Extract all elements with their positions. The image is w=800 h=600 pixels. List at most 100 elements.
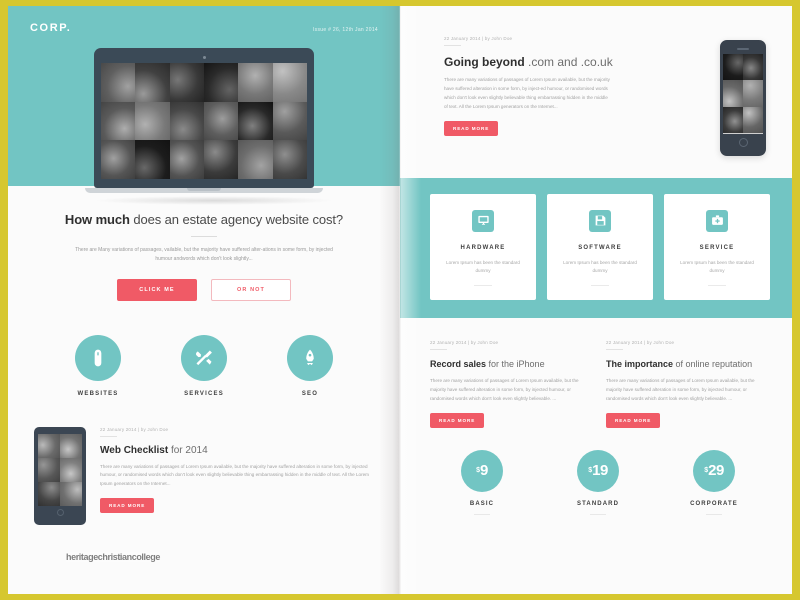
card-text: Lorem Ipsum has been the standard dummy (563, 259, 637, 274)
feature-cards-band: HARDWARE Lorem Ipsum has been the standa… (400, 177, 792, 318)
price-label: CORPORATE (690, 500, 738, 507)
feature-card-software[interactable]: SOFTWARE Lorem Ipsum has been the standa… (547, 193, 653, 300)
price-amount: 19 (592, 462, 608, 480)
article-title: The importance of online reputation (606, 358, 766, 370)
article-title-rest: for the iPhone (486, 358, 545, 369)
service-item-seo[interactable]: SEO (279, 334, 341, 397)
article-title-strong: Record sales (430, 358, 487, 369)
page-title-rest: does an estate agency website cost? (129, 212, 344, 227)
left-page: CORP. Issue # 26, 12th Jan 2014 How much… (8, 6, 400, 594)
gallery-thumbnail (169, 140, 204, 179)
home-button-icon (56, 508, 64, 516)
monitor-icon (472, 209, 494, 232)
pricing-standard[interactable]: $19 STANDARD (546, 449, 650, 515)
gallery-thumbnail (723, 53, 743, 81)
pricing-row: $9 BASIC $19 STANDARD $29 CORPORATE (400, 428, 792, 515)
feature-card-service[interactable]: SERVICE Lorem Ipsum has been the standar… (664, 193, 770, 300)
gallery-thumbnail (38, 433, 60, 458)
gallery-thumbnail (135, 101, 170, 141)
laptop-base (85, 188, 323, 193)
card-title: HARDWARE (460, 244, 506, 251)
article-title-rest: of online reputation (673, 358, 753, 369)
feature-article: 22 January 2014 | by John Doe Going beyo… (400, 6, 792, 156)
gallery-thumbnail (723, 80, 743, 107)
gallery-thumbnail (101, 63, 136, 102)
gallery-thumbnail (101, 101, 136, 141)
pricing-corporate[interactable]: $29 CORPORATE (662, 449, 766, 515)
feature-title: Going beyond .com and .co.uk (444, 55, 704, 69)
right-page: 22 January 2014 | by John Doe Going beyo… (400, 6, 792, 594)
feature-title-rest: .com and .co.uk (524, 55, 613, 69)
feature-body: There are many variations of passages of… (444, 77, 610, 109)
price-badge: $19 (577, 449, 619, 492)
feature-title-strong: Going beyond (444, 55, 525, 69)
card-text: Lorem Ipsum has been the standard dummy (680, 259, 754, 274)
read-more-button[interactable]: READ MORE (444, 120, 499, 136)
meta-divider (100, 435, 117, 437)
gallery-thumbnail (203, 101, 239, 141)
gallery-thumbnail (238, 101, 273, 141)
service-label: SEO (301, 390, 319, 397)
save-icon (589, 209, 611, 232)
phone-mockup-large (720, 40, 766, 156)
card-divider (591, 284, 609, 286)
price-badge: $9 (461, 449, 503, 492)
gallery-thumbnail (169, 101, 204, 141)
card-title: SOFTWARE (578, 244, 622, 251)
service-label: WEBSITES (77, 390, 119, 397)
phone-mockup-small (34, 426, 86, 525)
page-title: How much does an estate agency website c… (42, 212, 366, 227)
article-title-strong: Web Checklist (100, 444, 169, 456)
gallery-thumbnail (60, 457, 82, 482)
article-meta: 22 January 2014 | by John Doe (430, 339, 499, 345)
issue-line: Issue # 26, 12th Jan 2014 (312, 27, 378, 33)
laptop-notch (187, 188, 221, 191)
feature-card-hardware[interactable]: HARDWARE Lorem Ipsum has been the standa… (430, 193, 536, 300)
service-item-services[interactable]: SERVICES (173, 334, 235, 397)
price-divider (474, 513, 490, 515)
phone-screen-gallery (38, 433, 82, 506)
laptop-shadow (94, 196, 334, 205)
article-title: Record sales for the iPhone (430, 358, 590, 370)
gallery-thumbnail (203, 63, 239, 102)
read-more-button[interactable]: READ MORE (100, 498, 155, 514)
speaker-icon (737, 48, 749, 50)
card-divider (474, 284, 492, 286)
brand-logo[interactable]: CORP. (30, 22, 71, 34)
read-more-button[interactable]: READ MORE (430, 412, 485, 428)
article-columns: 22 January 2014 | by John Doe Record sal… (400, 318, 792, 428)
gallery-thumbnail (272, 101, 307, 141)
gallery-thumbnail (169, 63, 204, 102)
gallery-thumbnail (135, 140, 170, 179)
article-record-sales: 22 January 2014 | by John Doe Record sal… (430, 340, 590, 428)
click-me-button[interactable]: CLICK ME (117, 278, 197, 301)
spread: CORP. Issue # 26, 12th Jan 2014 How much… (8, 6, 792, 594)
article-body: There are many variations of passages of… (606, 378, 755, 401)
gold-frame: CORP. Issue # 26, 12th Jan 2014 How much… (0, 0, 800, 600)
laptop-body (94, 48, 314, 188)
card-text: Lorem Ipsum has been the standard dummy (446, 259, 520, 274)
read-more-button[interactable]: READ MORE (606, 412, 661, 428)
or-not-button[interactable]: OR NOT (211, 278, 291, 301)
price-badge: $29 (693, 449, 735, 492)
pricing-basic[interactable]: $9 BASIC (430, 449, 534, 515)
meta-divider (606, 348, 623, 350)
gallery-thumbnail (238, 63, 273, 102)
gallery-thumbnail (272, 63, 307, 102)
left-article: 22 January 2014 | by John Doe Web Checkl… (8, 397, 400, 525)
gallery-thumbnail (38, 457, 60, 482)
lede-text: There are Many variations of passages, v… (75, 247, 333, 263)
article-online-reputation: 22 January 2014 | by John Doe The import… (606, 340, 766, 428)
gallery-thumbnail (723, 106, 743, 134)
gallery-thumbnail (38, 481, 60, 506)
service-label: SERVICES (184, 390, 224, 397)
article-title-rest: for 2014 (168, 444, 208, 456)
phone-screen-gallery (723, 53, 763, 134)
article-body: There are many variations of passages of… (430, 378, 579, 401)
article-body: There are many variations of passages of… (100, 463, 369, 487)
article-meta: 22 January 2014 | by John Doe (100, 426, 169, 432)
service-item-websites[interactable]: WEBSITES (67, 334, 129, 397)
gallery-thumbnail (203, 140, 239, 179)
article-title: Web Checklist for 2014 (100, 445, 374, 456)
gallery-thumbnail (743, 53, 763, 81)
